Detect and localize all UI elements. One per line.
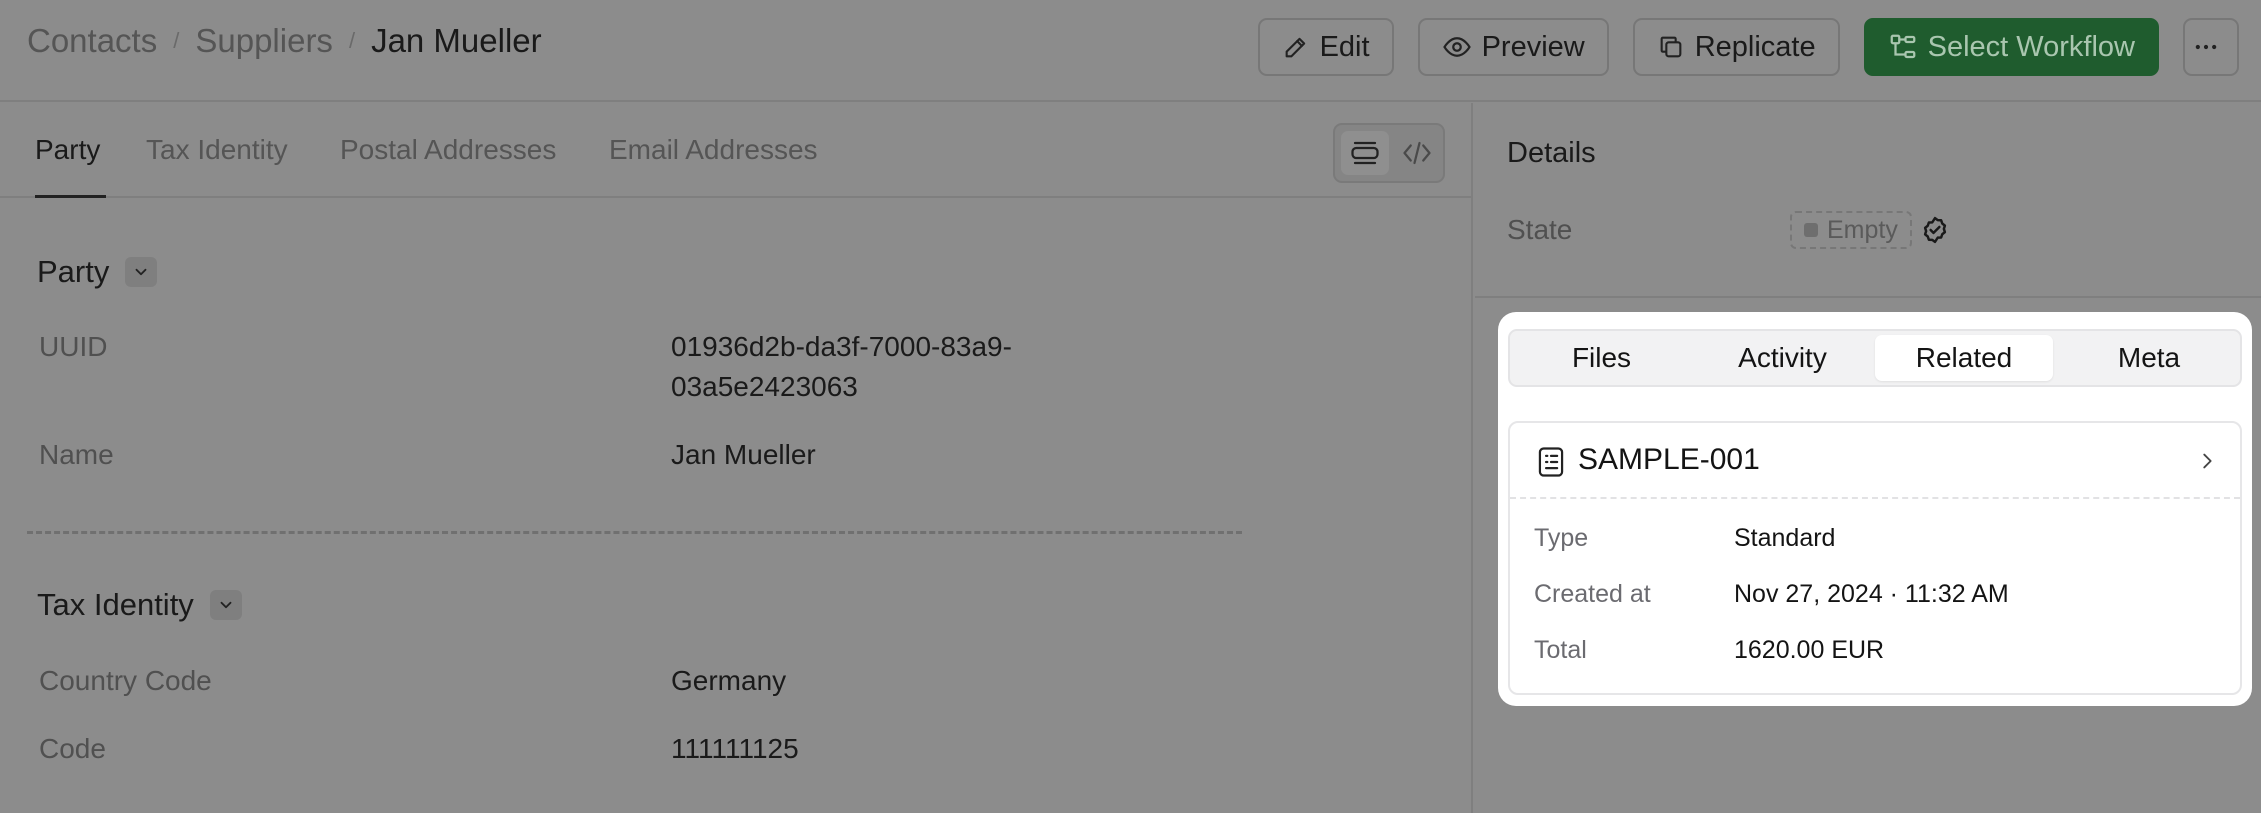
section-divider	[27, 531, 1242, 534]
related-item-header[interactable]: SAMPLE-001	[1510, 423, 2240, 499]
tab-related[interactable]: Related	[1875, 335, 2053, 381]
panel-tabs: Files Activity Related Meta	[1508, 329, 2242, 387]
tab-meta[interactable]: Meta	[2060, 331, 2238, 385]
related-item-title: SAMPLE-001	[1578, 443, 1760, 476]
main-content: Party Tax Identity Postal Addresses Emai…	[0, 103, 1473, 813]
more-horizontal-icon	[2195, 44, 2217, 50]
chevron-down-icon	[220, 601, 232, 609]
tax-section-title: Tax Identity	[37, 587, 194, 622]
copy-icon	[1660, 36, 1682, 58]
breadcrumb-contacts[interactable]: Contacts	[27, 22, 157, 60]
chevron-right-icon	[2203, 453, 2212, 469]
workflow-icon	[1890, 34, 1915, 59]
breadcrumb-suppliers[interactable]: Suppliers	[195, 22, 333, 60]
chevron-down-icon	[135, 268, 147, 276]
breadcrumb-separator: /	[348, 28, 356, 53]
breadcrumb-separator: /	[173, 28, 180, 53]
preview-button-label: Preview	[1481, 30, 1585, 63]
tab-files[interactable]: Files	[1514, 331, 1689, 385]
details-divider	[1475, 296, 2261, 298]
state-badge-label: Empty	[1827, 215, 1898, 244]
form-view-icon	[1351, 141, 1379, 165]
party-section-title: Party	[37, 254, 110, 289]
uuid-value-line1: 01936d2b-da3f-7000-83a9-	[671, 331, 1012, 362]
edit-button[interactable]: Edit	[1257, 18, 1394, 76]
related-item-card: SAMPLE-001 Type Standard Created at Nov …	[1508, 421, 2242, 695]
name-value: Jan Mueller	[671, 439, 816, 470]
select-workflow-label: Select Workflow	[1927, 30, 2135, 63]
document-icon	[1538, 447, 1564, 477]
tab-bar: Party Tax Identity Postal Addresses Emai…	[0, 103, 1473, 198]
top-bar: Contacts / Suppliers / Jan Mueller Edit …	[0, 0, 2261, 102]
more-button[interactable]	[2183, 18, 2239, 76]
tab-party[interactable]: Party	[35, 134, 100, 166]
form-view-button[interactable]	[1341, 131, 1389, 175]
state-badge[interactable]: Empty	[1790, 211, 1912, 249]
party-collapse-button[interactable]	[125, 257, 158, 287]
tab-postal-addresses[interactable]: Postal Addresses	[340, 134, 556, 166]
code-icon	[1403, 141, 1431, 165]
details-title: Details	[1507, 137, 1596, 169]
party-section-header: Party	[37, 254, 158, 290]
eye-icon	[1442, 37, 1471, 57]
type-value: Standard	[1734, 524, 1836, 552]
view-toggle	[1333, 123, 1445, 183]
state-indicator-icon	[1804, 223, 1818, 237]
select-workflow-button[interactable]: Select Workflow	[1863, 18, 2159, 76]
tab-activity[interactable]: Activity	[1695, 331, 1870, 385]
tax-collapse-button[interactable]	[209, 590, 242, 620]
edit-button-label: Edit	[1319, 30, 1370, 63]
uuid-label: UUID	[39, 331, 108, 362]
state-label: State	[1507, 214, 1573, 245]
tab-email-addresses[interactable]: Email Addresses	[609, 134, 818, 166]
tab-tax-identity[interactable]: Tax Identity	[146, 134, 288, 166]
active-tab-indicator	[35, 195, 106, 198]
breadcrumb-current: Jan Mueller	[371, 22, 542, 59]
type-label: Type	[1534, 524, 1589, 552]
toolbar-actions: Edit Preview Replicate Select Workflow	[1257, 18, 2261, 76]
created-at-label: Created at	[1534, 580, 1651, 608]
preview-button[interactable]: Preview	[1417, 18, 1609, 76]
created-at-value: Nov 27, 2024 · 11:32 AM	[1734, 580, 2009, 608]
total-value: 1620.00 EUR	[1734, 636, 1885, 664]
code-view-button[interactable]	[1393, 131, 1441, 175]
country-code-label: Country Code	[39, 665, 212, 696]
check-circle-icon[interactable]	[1920, 215, 1950, 245]
pencil-icon	[1285, 37, 1305, 58]
uuid-value-line2: 03a5e2423063	[671, 371, 858, 402]
name-label: Name	[39, 439, 114, 470]
related-panel: Files Activity Related Meta SAMPLE-001 T…	[1498, 312, 2252, 706]
breadcrumb: Contacts / Suppliers / Jan Mueller	[27, 22, 542, 60]
replicate-button-label: Replicate	[1694, 30, 1816, 63]
code-label: Code	[39, 733, 106, 764]
code-value: 111111125	[671, 733, 799, 764]
tax-section-header: Tax Identity	[37, 587, 242, 623]
replicate-button[interactable]: Replicate	[1632, 18, 1840, 76]
country-code-value: Germany	[671, 665, 787, 696]
total-label: Total	[1534, 636, 1587, 664]
